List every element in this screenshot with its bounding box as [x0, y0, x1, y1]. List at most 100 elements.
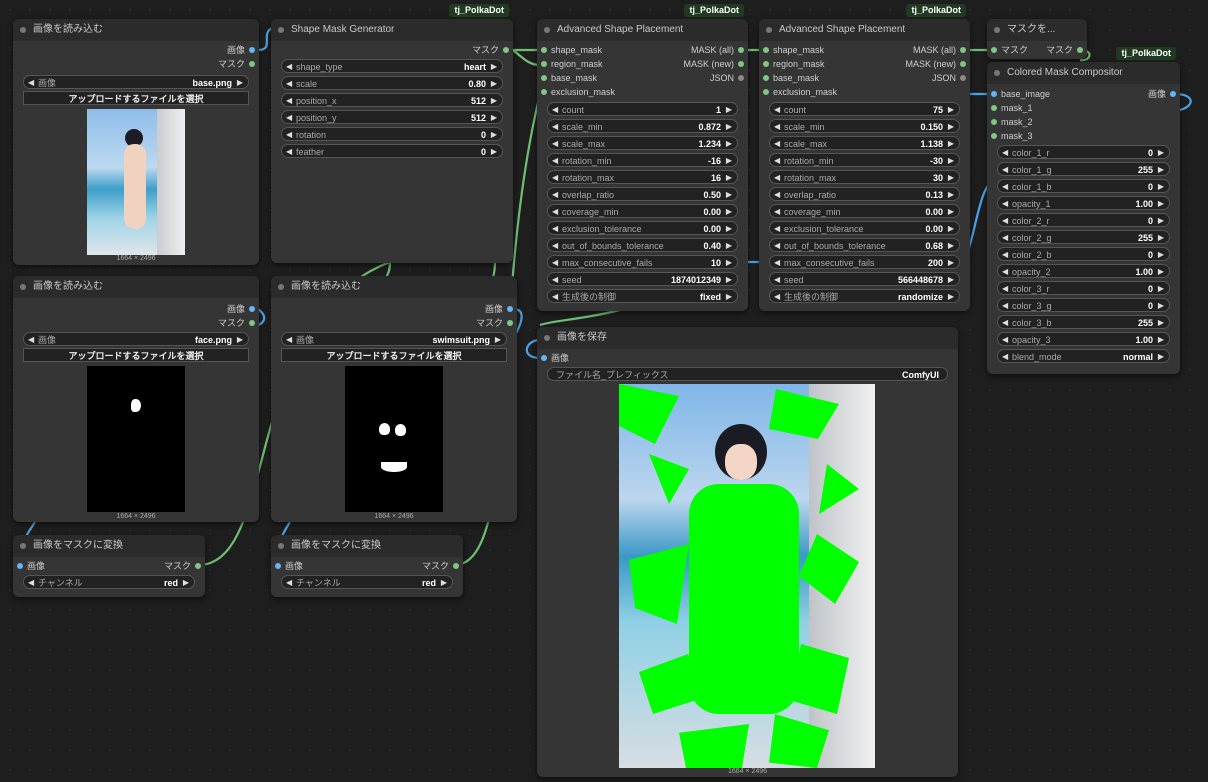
- input-mask-3[interactable]: mask_3: [987, 129, 1033, 143]
- widget-seed[interactable]: ◀ seed 1874012349 ▶: [547, 272, 738, 286]
- widget-overlap-ratio[interactable]: ◀ overlap_ratio 0.50 ▶: [547, 187, 738, 201]
- widget-shape-type[interactable]: ◀ shape_type heart ▶: [281, 59, 503, 73]
- widget-exclusion-tolerance[interactable]: ◀ exclusion_tolerance 0.00 ▶: [769, 221, 960, 235]
- output-image[interactable]: 画像: [227, 43, 259, 57]
- widget-count[interactable]: ◀ count 75 ▶: [769, 102, 960, 116]
- output-mask[interactable]: マスク: [164, 559, 205, 573]
- widget-overlap-ratio[interactable]: ◀ overlap_ratio 0.13 ▶: [769, 187, 960, 201]
- widget-color-2-g[interactable]: ◀ color_2_g 255 ▶: [997, 230, 1170, 244]
- widget-exclusion-tolerance[interactable]: ◀ exclusion_tolerance 0.00 ▶: [547, 221, 738, 235]
- colored-mask-compositor-node[interactable]: tj_PolkaDot Colored Mask Compositor base…: [987, 47, 1180, 374]
- widget-position-x[interactable]: ◀ position_x 512 ▶: [281, 93, 503, 107]
- widget-color-1-b[interactable]: ◀ color_1_b 0 ▶: [997, 179, 1170, 193]
- widget-scale-min[interactable]: ◀ scale_min 0.150 ▶: [769, 119, 960, 133]
- widget-opacity-2[interactable]: ◀ opacity_2 1.00 ▶: [997, 264, 1170, 278]
- widget-out-of-bounds-tolerance[interactable]: ◀ out_of_bounds_tolerance 0.68 ▶: [769, 238, 960, 252]
- input-base-mask[interactable]: base_mask: [759, 71, 819, 85]
- widget-seed[interactable]: ◀ seed 566448678 ▶: [769, 272, 960, 286]
- widget-color-1-g[interactable]: ◀ color_1_g 255 ▶: [997, 162, 1170, 176]
- widget-rotation-max[interactable]: ◀ rotation_max 30 ▶: [769, 170, 960, 184]
- input-exclusion-mask[interactable]: exclusion_mask: [759, 85, 837, 99]
- advanced-shape-placement-node-1[interactable]: tj_PolkaDot Advanced Shape Placement sha…: [537, 4, 748, 311]
- widget-max-consecutive-fails[interactable]: ◀ max_consecutive_fails 200 ▶: [769, 255, 960, 269]
- input-image[interactable]: 画像: [13, 559, 45, 573]
- widget-out-of-bounds-tolerance[interactable]: ◀ out_of_bounds_tolerance 0.40 ▶: [547, 238, 738, 252]
- upload-button[interactable]: アップロードするファイルを選択: [23, 91, 249, 105]
- output-mask[interactable]: マスク: [472, 43, 513, 57]
- widget-channel[interactable]: ◀ チャンネル red ▶: [281, 575, 453, 589]
- shape-mask-generator-node[interactable]: tj_PolkaDot Shape Mask Generator マスク ◀ sh…: [271, 4, 513, 263]
- widget-feather[interactable]: ◀ feather 0 ▶: [281, 144, 503, 158]
- widget-color-1-r[interactable]: ◀ color_1_r 0 ▶: [997, 145, 1170, 159]
- output-mask[interactable]: マスク: [218, 316, 259, 330]
- output-image[interactable]: 画像: [1148, 87, 1180, 101]
- image-select[interactable]: ◀ 画像 face.png ▶: [23, 332, 249, 346]
- node-title[interactable]: 画像を読み込む: [13, 19, 259, 41]
- output-mask[interactable]: マスク: [476, 316, 517, 330]
- output-image[interactable]: 画像: [227, 302, 259, 316]
- image-to-mask-node-2[interactable]: 画像をマスクに変換 画像 マスク ◀ チャンネル red ▶: [271, 535, 463, 597]
- widget-rotation-max[interactable]: ◀ rotation_max 16 ▶: [547, 170, 738, 184]
- filename-prefix-input[interactable]: ファイル名_プレフィックス ComfyUI: [547, 367, 948, 381]
- output-mask[interactable]: マスク: [1046, 43, 1087, 57]
- node-title[interactable]: 画像を読み込む: [271, 276, 517, 298]
- input-base-image[interactable]: base_image: [987, 87, 1050, 101]
- input-region-mask[interactable]: region_mask: [537, 57, 603, 71]
- widget-opacity-1[interactable]: ◀ opacity_1 1.00 ▶: [997, 196, 1170, 210]
- input-image[interactable]: 画像: [271, 559, 303, 573]
- input-region-mask[interactable]: region_mask: [759, 57, 825, 71]
- output-mask-all[interactable]: MASK (all): [913, 43, 970, 57]
- widget-color-2-b[interactable]: ◀ color_2_b 0 ▶: [997, 247, 1170, 261]
- widget-color-3-r[interactable]: ◀ color_3_r 0 ▶: [997, 281, 1170, 295]
- input-image[interactable]: 画像: [537, 351, 569, 365]
- image-select[interactable]: ◀ 画像 base.png ▶: [23, 75, 249, 89]
- widget-opacity-3[interactable]: ◀ opacity_3 1.00 ▶: [997, 332, 1170, 346]
- load-image-node-2[interactable]: 画像を読み込む 画像 マスク ◀ 画像 face.png ▶ アップロードするファイル…: [13, 276, 259, 522]
- widget-coverage-min[interactable]: ◀ coverage_min 0.00 ▶: [769, 204, 960, 218]
- widget-rotation[interactable]: ◀ rotation 0 ▶: [281, 127, 503, 141]
- node-title[interactable]: 画像をマスクに変換: [271, 535, 463, 557]
- output-mask-all[interactable]: MASK (all): [691, 43, 748, 57]
- input-base-mask[interactable]: base_mask: [537, 71, 597, 85]
- widget-scale-min[interactable]: ◀ scale_min 0.872 ▶: [547, 119, 738, 133]
- widget-coverage-min[interactable]: ◀ coverage_min 0.00 ▶: [547, 204, 738, 218]
- node-title[interactable]: 画像を読み込む: [13, 276, 259, 298]
- widget-scale-max[interactable]: ◀ scale_max 1.138 ▶: [769, 136, 960, 150]
- output-mask-new[interactable]: MASK (new): [905, 57, 970, 71]
- widget-rotation-min[interactable]: ◀ rotation_min -30 ▶: [769, 153, 960, 167]
- upload-button[interactable]: アップロードするファイルを選択: [281, 348, 507, 362]
- output-json[interactable]: JSON: [932, 71, 970, 85]
- output-mask[interactable]: マスク: [422, 559, 463, 573]
- node-title[interactable]: マスクを...: [987, 19, 1087, 41]
- widget-scale-max[interactable]: ◀ scale_max 1.234 ▶: [547, 136, 738, 150]
- output-mask-new[interactable]: MASK (new): [683, 57, 748, 71]
- output-json[interactable]: JSON: [710, 71, 748, 85]
- input-shape-mask[interactable]: shape_mask: [759, 43, 824, 57]
- node-title[interactable]: Advanced Shape Placement: [759, 19, 970, 41]
- image-select[interactable]: ◀ 画像 swimsuit.png ▶: [281, 332, 507, 346]
- widget-color-2-r[interactable]: ◀ color_2_r 0 ▶: [997, 213, 1170, 227]
- output-image[interactable]: 画像: [485, 302, 517, 316]
- upload-button[interactable]: アップロードするファイルを選択: [23, 348, 249, 362]
- input-mask[interactable]: マスク: [987, 43, 1028, 57]
- input-mask-1[interactable]: mask_1: [987, 101, 1033, 115]
- input-exclusion-mask[interactable]: exclusion_mask: [537, 85, 615, 99]
- widget-position-y[interactable]: ◀ position_y 512 ▶: [281, 110, 503, 124]
- node-title[interactable]: Colored Mask Compositor: [987, 62, 1180, 84]
- widget-control-after-generate[interactable]: ◀ 生成後の制御 randomize ▶: [769, 289, 960, 303]
- widget-control-after-generate[interactable]: ◀ 生成後の制御 fixed ▶: [547, 289, 738, 303]
- image-to-mask-node-1[interactable]: 画像をマスクに変換 画像 マスク ◀ チャンネル red ▶: [13, 535, 205, 597]
- node-title[interactable]: 画像を保存: [537, 327, 958, 349]
- widget-color-3-g[interactable]: ◀ color_3_g 0 ▶: [997, 298, 1170, 312]
- node-title[interactable]: 画像をマスクに変換: [13, 535, 205, 557]
- widget-count[interactable]: ◀ count 1 ▶: [547, 102, 738, 116]
- input-shape-mask[interactable]: shape_mask: [537, 43, 602, 57]
- widget-scale[interactable]: ◀ scale 0.80 ▶: [281, 76, 503, 90]
- widget-rotation-min[interactable]: ◀ rotation_min -16 ▶: [547, 153, 738, 167]
- node-title[interactable]: Shape Mask Generator: [271, 19, 513, 41]
- node-graph-canvas[interactable]: 画像を読み込む 画像 マスク ◀ 画像 base.png ▶ アップロードするファイル…: [0, 0, 1208, 782]
- output-mask[interactable]: マスク: [218, 57, 259, 71]
- widget-channel[interactable]: ◀ チャンネル red ▶: [23, 575, 195, 589]
- save-image-node[interactable]: 画像を保存 画像 ファイル名_プレフィックス ComfyUI 1664 × 249…: [537, 327, 958, 777]
- input-mask-2[interactable]: mask_2: [987, 115, 1033, 129]
